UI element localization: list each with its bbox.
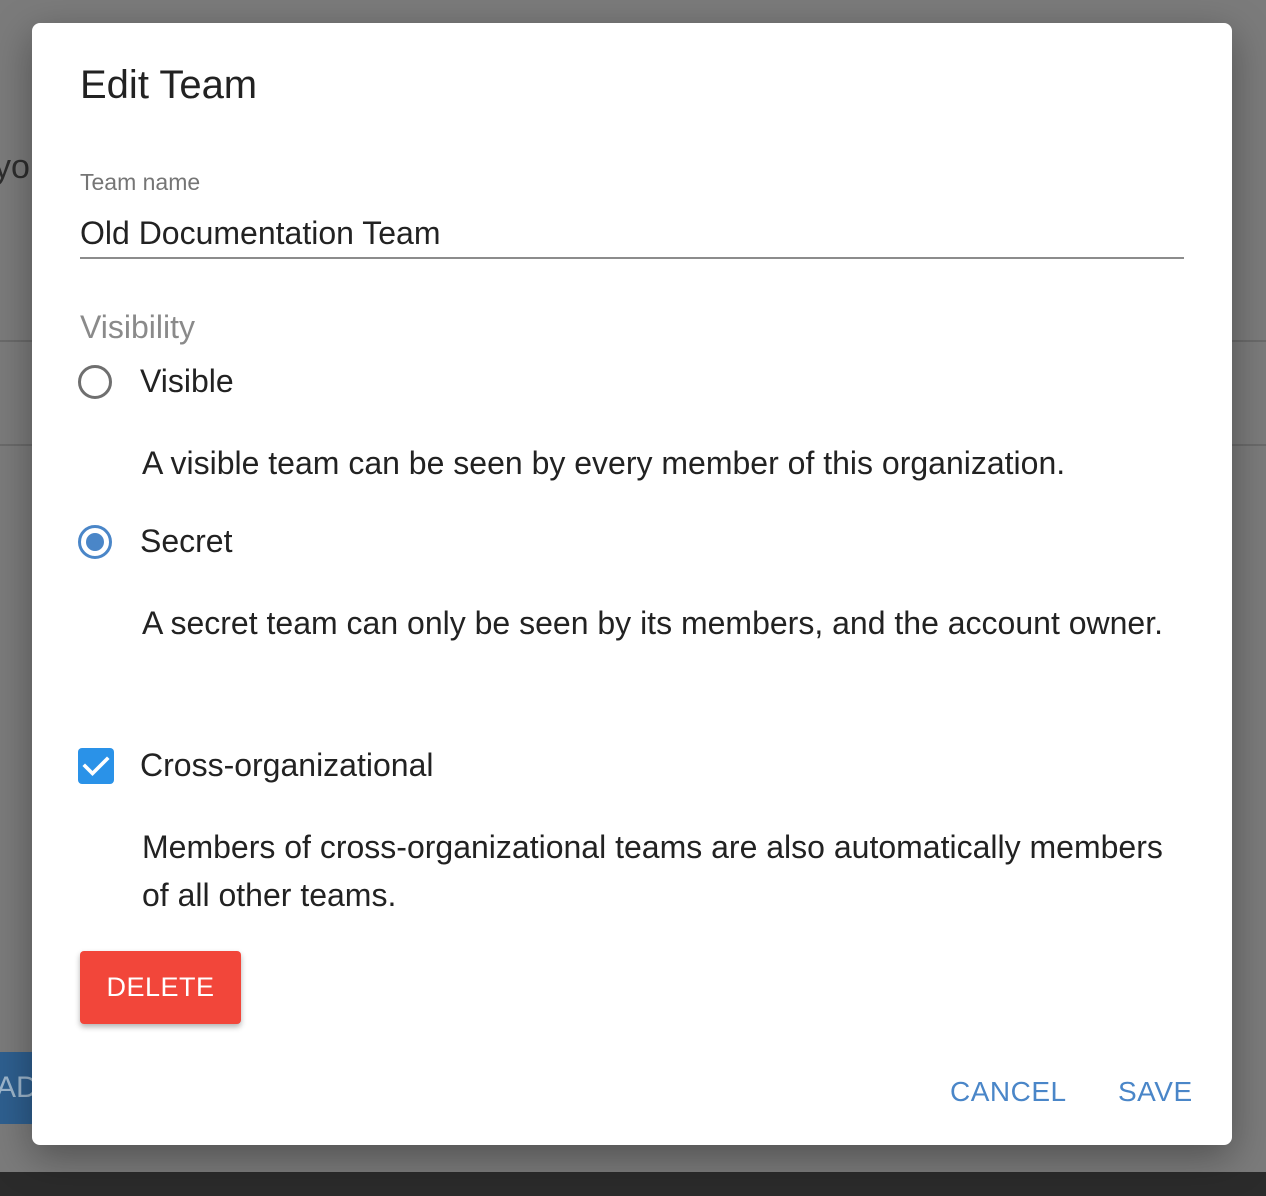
save-button[interactable]: SAVE — [1118, 1069, 1193, 1115]
cancel-button[interactable]: CANCEL — [950, 1069, 1067, 1115]
radio-unchecked-icon[interactable] — [78, 364, 112, 399]
visibility-option-secret[interactable]: Secret — [78, 523, 232, 560]
edit-team-dialog: Edit Team Team name Visibility Visible A… — [32, 23, 1232, 1145]
team-name-input[interactable] — [80, 209, 1184, 259]
checkmark-icon — [82, 755, 110, 776]
background-bottom-bar — [0, 1172, 1266, 1196]
visibility-visible-description: A visible team can be seen by every memb… — [142, 445, 1066, 481]
visibility-label: Visibility — [80, 309, 195, 345]
cross-organizational-option[interactable]: Cross-organizational — [78, 747, 433, 784]
dialog-title: Edit Team — [80, 63, 258, 107]
cross-organizational-label: Cross-organizational — [140, 747, 434, 783]
radio-checked-icon[interactable] — [78, 524, 112, 559]
visibility-option-label: Secret — [140, 523, 233, 559]
visibility-option-label: Visible — [140, 363, 234, 399]
team-name-label: Team name — [80, 169, 201, 195]
background-add-button: ADD — [0, 1052, 34, 1124]
checkbox-checked-icon[interactable] — [78, 747, 114, 784]
visibility-secret-description: A secret team can only be seen by its me… — [142, 605, 1163, 641]
radio-dot — [86, 532, 104, 551]
visibility-option-visible[interactable]: Visible — [78, 363, 234, 400]
cross-organizational-description: Members of cross-organizational teams ar… — [142, 829, 1163, 913]
delete-button[interactable]: DELETE — [80, 951, 241, 1024]
